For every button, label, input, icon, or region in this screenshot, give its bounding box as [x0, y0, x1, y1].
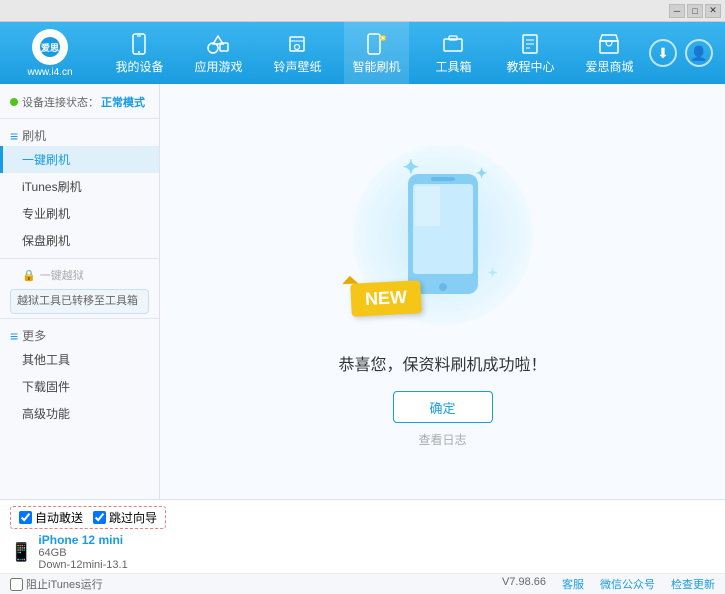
header-right: ⬇ 👤	[649, 39, 725, 67]
group-more-icon: ≡	[10, 328, 18, 344]
nav-ringtone-label: 铃声壁纸	[273, 58, 321, 75]
device-os: Down-12mini-13.1	[38, 559, 127, 571]
nav-toolbox-label: 工具箱	[435, 58, 471, 75]
sidebar-status: 设备连接状态： 正常模式	[0, 88, 159, 114]
nav-ringtone[interactable]: 铃声壁纸	[265, 22, 329, 84]
sidebar-item-advanced[interactable]: 高级功能	[0, 400, 159, 427]
wechat-link[interactable]: 微信公众号	[600, 576, 655, 592]
sidebar-item-other-tools[interactable]: 其他工具	[0, 346, 159, 373]
svg-text:爱思: 爱思	[41, 42, 59, 53]
device-row: 📱 iPhone 12 mini 64GB Down-12mini-13.1	[0, 531, 725, 573]
service-link[interactable]: 客服	[562, 576, 584, 592]
status-mode: 正常模式	[101, 94, 145, 110]
nav-smart-flash-label: 智能刷机	[352, 58, 400, 75]
update-link[interactable]: 检查更新	[671, 576, 715, 592]
auto-restart-label[interactable]: 自动敢送	[19, 509, 83, 526]
bottom-right-links: V7.98.66 客服 微信公众号 检查更新	[502, 576, 715, 592]
success-message: 恭喜您，保资料刷机成功啦！	[338, 351, 546, 375]
via-wizard-label[interactable]: 跳过向导	[93, 509, 157, 526]
device-name: iPhone 12 mini	[38, 533, 127, 547]
jailbreak-notice: 越狱工具已转移至工具箱	[10, 289, 149, 314]
maximize-btn[interactable]: □	[687, 4, 703, 18]
sidebar-item-itunes-flash[interactable]: iTunes刷机	[0, 173, 159, 200]
via-wizard-checkbox[interactable]	[93, 511, 106, 524]
nav-app-game-label: 应用游戏	[194, 58, 242, 75]
sidebar-group-flash[interactable]: ≡ 刷机	[0, 123, 159, 146]
nav-app-game[interactable]: 应用游戏	[186, 22, 250, 84]
tools-icon	[439, 32, 467, 56]
ringtone-icon	[283, 32, 311, 56]
divider-2	[0, 258, 159, 259]
device-info: iPhone 12 mini 64GB Down-12mini-13.1	[38, 533, 127, 571]
itunes-label[interactable]: 阻止iTunes运行	[10, 576, 103, 592]
group-more-label: 更多	[22, 327, 46, 344]
sparkle-3: ✦	[487, 266, 497, 280]
nav-my-device-label: 我的设备	[115, 58, 163, 75]
flash-icon	[362, 32, 390, 56]
sidebar-item-save-flash[interactable]: 保盘刷机	[0, 227, 159, 254]
nav-my-device[interactable]: 我的设备	[107, 22, 171, 84]
auto-restart-checkbox[interactable]	[19, 511, 32, 524]
sidebar-item-one-key-flash[interactable]: 一键刷机	[0, 146, 159, 173]
minimize-btn[interactable]: ─	[669, 4, 685, 18]
nav-shop[interactable]: 爱思商城	[577, 22, 641, 84]
sidebar-item-pro-flash[interactable]: 专业刷机	[0, 200, 159, 227]
sidebar: 设备连接状态： 正常模式 ≡ 刷机 一键刷机 iTunes刷机 专业刷机 保盘刷…	[0, 84, 160, 499]
download-btn[interactable]: ⬇	[649, 39, 677, 67]
sidebar-group-more[interactable]: ≡ 更多	[0, 323, 159, 346]
nav-toolbox[interactable]: 工具箱	[423, 22, 483, 84]
content-area: ✦ ✦ ✦ NEW 恭喜您，保资料刷机成功啦！ 确定	[160, 84, 725, 499]
version-text: V7.98.66	[502, 576, 546, 592]
lock-icon: 🔒	[22, 269, 36, 282]
phone-icon	[125, 32, 153, 56]
confirm-button[interactable]: 确定	[393, 391, 493, 423]
logo-subtitle: www.i4.cn	[27, 67, 72, 78]
bottom-checkboxes-row: 自动敢送 跳过向导	[0, 500, 725, 531]
phone-device-icon: 📱	[10, 542, 32, 563]
divider-3	[0, 318, 159, 319]
auto-restart-text: 自动敢送	[35, 509, 83, 526]
logo-circle: 爱思	[32, 29, 68, 65]
itunes-checkbox[interactable]	[10, 578, 23, 591]
device-storage: 64GB	[38, 547, 127, 559]
title-bar: ─ □ ✕	[0, 0, 725, 22]
status-dot	[10, 98, 18, 106]
phone-illustration: ✦ ✦ ✦ NEW	[343, 135, 543, 335]
phone-svg	[403, 169, 483, 299]
checkboxes-container: 自动敢送 跳过向导	[10, 506, 166, 529]
itunes-text: 阻止iTunes运行	[26, 576, 103, 592]
logo-icon: 爱思	[38, 35, 62, 59]
view-daily-link[interactable]: 查看日志	[418, 431, 466, 448]
header: 爱思 www.i4.cn 我的设备 应用游戏 铃声壁纸	[0, 22, 725, 84]
divider-1	[0, 118, 159, 119]
bottom-panel: 自动敢送 跳过向导 📱 iPhone 12 mini 64GB Down-12m…	[0, 499, 725, 581]
nav-smart-flash[interactable]: 智能刷机	[344, 22, 408, 84]
apps-icon	[204, 32, 232, 56]
close-btn[interactable]: ✕	[705, 4, 721, 18]
status-row: 阻止iTunes运行 V7.98.66 客服 微信公众号 检查更新	[0, 573, 725, 594]
new-badge-text: NEW	[364, 287, 407, 309]
book-icon	[516, 32, 544, 56]
shop-icon	[595, 32, 623, 56]
account-btn[interactable]: 👤	[685, 39, 713, 67]
nav-tutorial[interactable]: 教程中心	[498, 22, 562, 84]
main-area: 设备连接状态： 正常模式 ≡ 刷机 一键刷机 iTunes刷机 专业刷机 保盘刷…	[0, 84, 725, 499]
sidebar-item-download-firmware[interactable]: 下载固件	[0, 373, 159, 400]
new-badge: NEW	[350, 280, 422, 317]
nav-shop-label: 爱思商城	[585, 58, 633, 75]
group-flash-label: 刷机	[22, 127, 46, 144]
group-flash-icon: ≡	[10, 128, 18, 144]
nav-items: 我的设备 应用游戏 铃声壁纸 智能刷机 工具箱	[100, 22, 649, 84]
logo-area: 爱思 www.i4.cn	[0, 29, 100, 78]
via-wizard-text: 跳过向导	[109, 509, 157, 526]
status-label: 设备连接状态：	[22, 94, 99, 110]
sidebar-item-jailbreak: 🔒 一键越狱	[0, 263, 159, 285]
nav-tutorial-label: 教程中心	[506, 58, 554, 75]
